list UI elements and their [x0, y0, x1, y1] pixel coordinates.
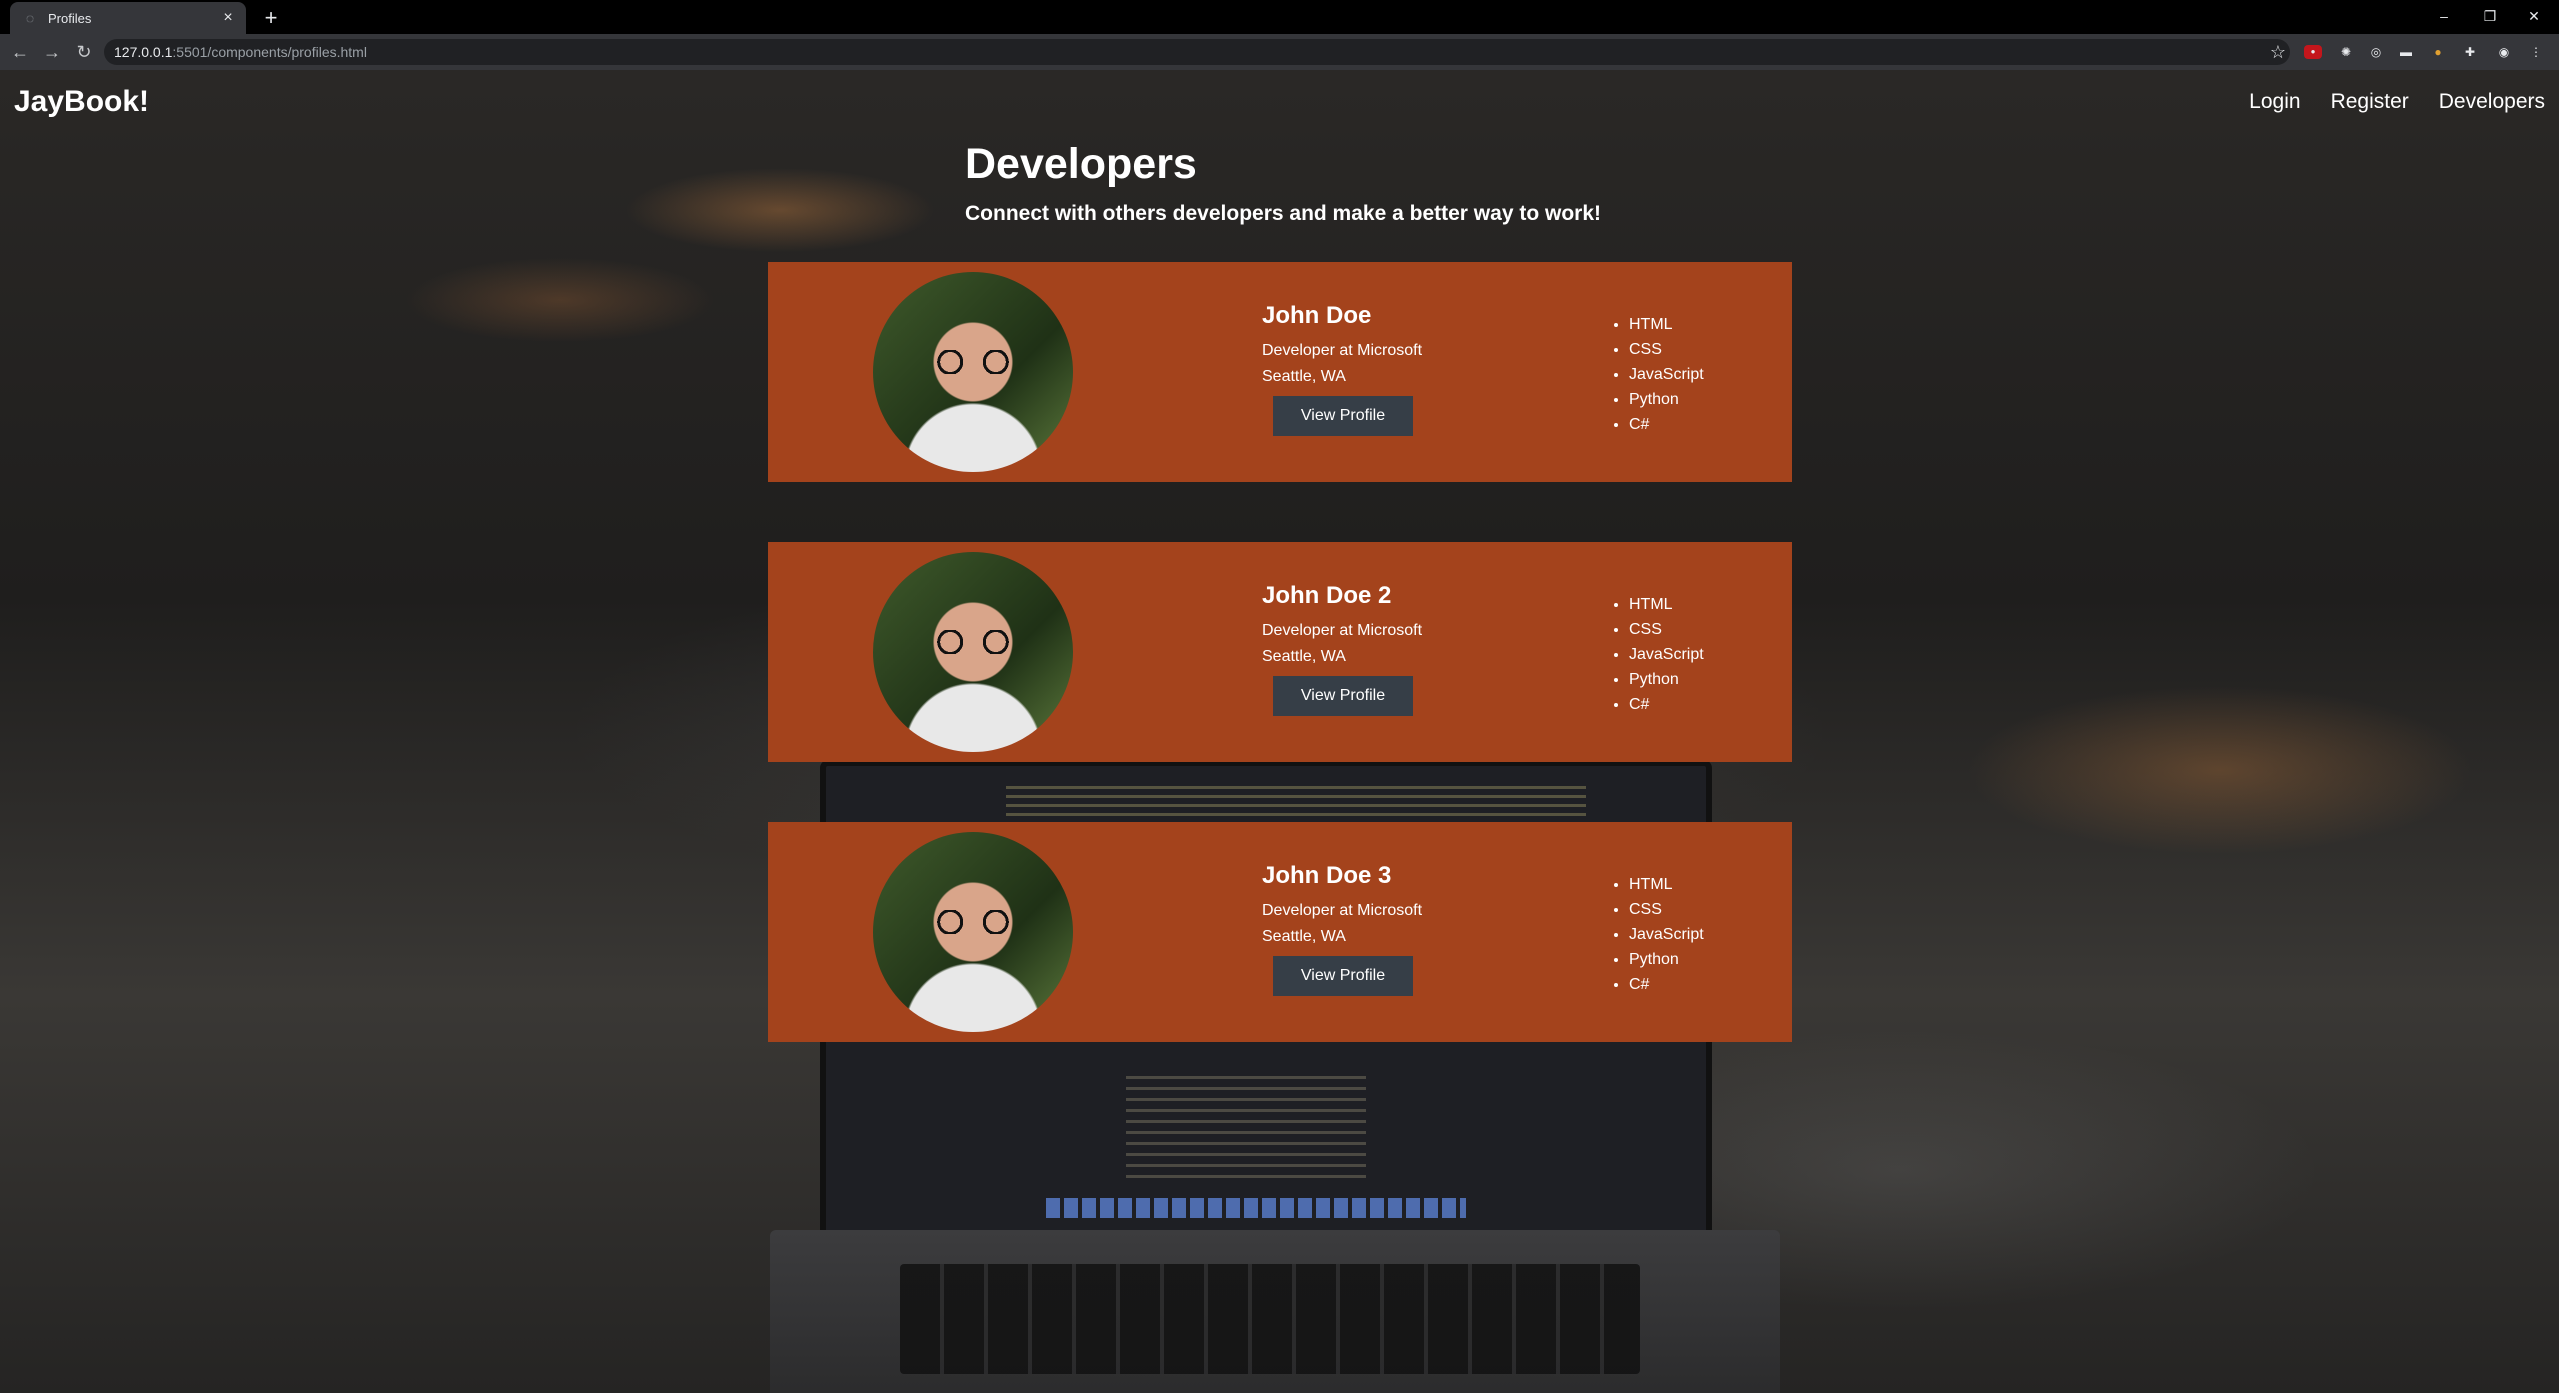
profile-job: Developer at Microsoft: [1262, 902, 1423, 919]
skill-item: HTML: [1629, 592, 1704, 617]
profile-job: Developer at Microsoft: [1262, 342, 1423, 359]
profile-location: Seattle, WA: [1262, 648, 1346, 665]
background-keyboard: [900, 1264, 1640, 1374]
profile-location: Seattle, WA: [1262, 368, 1346, 385]
close-window-icon[interactable]: ✕: [2514, 4, 2554, 28]
profile-avatar: [873, 832, 1073, 1032]
profile-avatar: [873, 552, 1073, 752]
profile-name: John Doe: [1262, 302, 1372, 329]
browser-toolbar: ← → ↻ i 127.0.0.1:5501/components/profil…: [0, 34, 2559, 95]
extension-red-icon[interactable]: ●: [2304, 45, 2322, 59]
extension-circle-icon[interactable]: ◎: [2366, 42, 2386, 62]
bookmark-star-icon[interactable]: ☆: [2266, 40, 2290, 64]
skill-item: JavaScript: [1629, 642, 1704, 667]
restore-icon[interactable]: ❐: [2470, 4, 2510, 28]
skill-item: CSS: [1629, 897, 1704, 922]
reload-icon[interactable]: ↻: [72, 40, 96, 64]
page-lead: Connect with others developers and make …: [965, 202, 1601, 225]
close-tab-icon[interactable]: ×: [218, 8, 238, 28]
forward-icon[interactable]: →: [40, 40, 64, 64]
browser-tab[interactable]: ◌ Profiles ×: [10, 2, 246, 34]
skill-item: HTML: [1629, 872, 1704, 897]
view-profile-button[interactable]: View Profile: [1273, 396, 1413, 436]
profile-info: John Doe Developer at Microsoft Seattle,…: [1262, 302, 1422, 394]
browser-tabbar: ◌ Profiles × + – ❐ ✕: [0, 0, 2559, 34]
nav-login[interactable]: Login: [2249, 90, 2300, 114]
skill-item: HTML: [1629, 312, 1704, 337]
profile-avatar-icon[interactable]: ◉: [2494, 42, 2514, 62]
profile-job: Developer at Microsoft: [1262, 622, 1423, 639]
background-code: [1126, 1076, 1366, 1186]
skill-item: CSS: [1629, 337, 1704, 362]
globe-icon: ◌: [25, 10, 35, 26]
profile-card: John Doe 2 Developer at Microsoft Seattl…: [768, 542, 1792, 762]
profile-card: John Doe 3 Developer at Microsoft Seattl…: [768, 822, 1792, 1042]
menu-kebab-icon[interactable]: ⋮: [2526, 42, 2546, 62]
background-laptop-base: [770, 1230, 1780, 1393]
skills-list: HTML CSS JavaScript Python C#: [1611, 312, 1704, 437]
profile-avatar: [873, 272, 1073, 472]
page-title: Developers: [965, 140, 1197, 188]
url-text: 127.0.0.1:5501/components/profiles.html: [114, 44, 367, 60]
minimize-icon[interactable]: –: [2424, 4, 2464, 28]
page-viewport: JayBook! Login Register Developers Devel…: [0, 70, 2559, 1393]
skill-item: C#: [1629, 972, 1704, 997]
view-profile-button[interactable]: View Profile: [1273, 956, 1413, 996]
skill-item: Python: [1629, 947, 1704, 972]
profile-name: John Doe 3: [1262, 862, 1392, 889]
skill-item: JavaScript: [1629, 362, 1704, 387]
top-nav: Login Register Developers: [2249, 90, 2545, 114]
extensions-puzzle-icon[interactable]: ✚: [2460, 42, 2480, 62]
new-tab-button[interactable]: +: [258, 6, 284, 30]
skill-item: JavaScript: [1629, 922, 1704, 947]
view-profile-button[interactable]: View Profile: [1273, 676, 1413, 716]
url-path: :5501/components/profiles.html: [172, 44, 367, 60]
skill-item: C#: [1629, 692, 1704, 717]
extension-gear-icon[interactable]: ✺: [2336, 42, 2356, 62]
skills-list: HTML CSS JavaScript Python C#: [1611, 872, 1704, 997]
extension-orange-icon[interactable]: ●: [2428, 42, 2448, 62]
back-icon[interactable]: ←: [8, 40, 32, 64]
brand-logo[interactable]: JayBook!: [14, 85, 149, 119]
profile-info: John Doe 3 Developer at Microsoft Seattl…: [1262, 862, 1422, 954]
nav-register[interactable]: Register: [2331, 90, 2409, 114]
profile-name: John Doe 2: [1262, 582, 1392, 609]
skill-item: Python: [1629, 387, 1704, 412]
skill-item: C#: [1629, 412, 1704, 437]
address-bar[interactable]: i 127.0.0.1:5501/components/profiles.htm…: [104, 39, 2290, 95]
skill-item: Python: [1629, 667, 1704, 692]
profile-info: John Doe 2 Developer at Microsoft Seattl…: [1262, 582, 1422, 674]
skills-list: HTML CSS JavaScript Python C#: [1611, 592, 1704, 717]
extension-screen-icon[interactable]: ▬: [2396, 42, 2416, 62]
tab-title: Profiles: [48, 10, 92, 26]
profile-card: John Doe Developer at Microsoft Seattle,…: [768, 262, 1792, 482]
nav-developers[interactable]: Developers: [2439, 90, 2545, 114]
url-host: 127.0.0.1: [114, 44, 173, 60]
profile-location: Seattle, WA: [1262, 928, 1346, 945]
skill-item: CSS: [1629, 617, 1704, 642]
background-dock: [1046, 1198, 1466, 1218]
